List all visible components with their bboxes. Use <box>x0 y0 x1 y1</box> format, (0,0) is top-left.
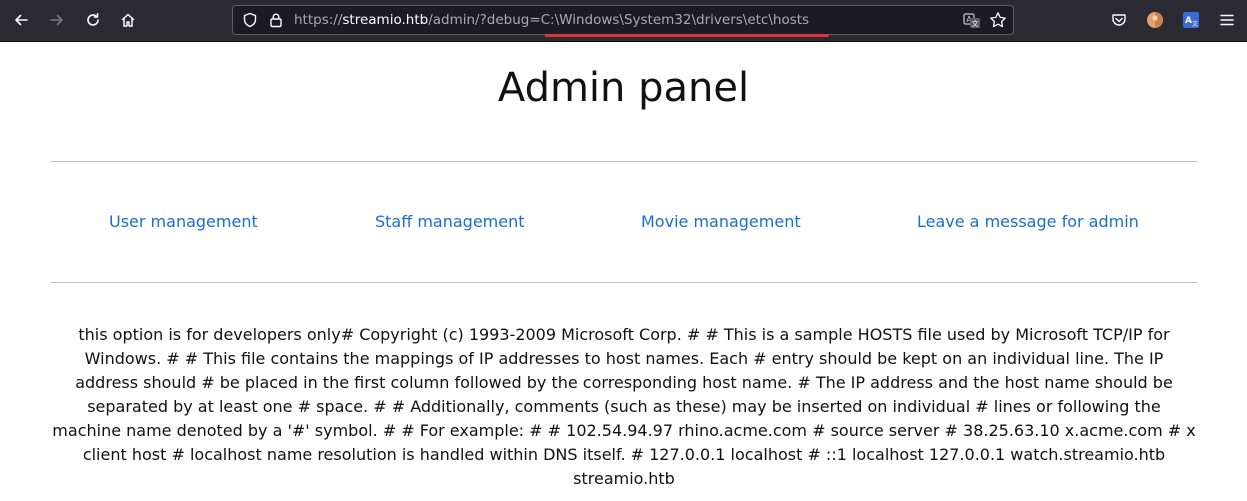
shield-icon[interactable] <box>242 12 258 32</box>
menu-icon[interactable] <box>1215 8 1239 32</box>
movie-management-link[interactable]: Movie management <box>641 212 801 232</box>
reload-icon[interactable] <box>81 8 105 32</box>
svg-text:文: 文 <box>972 19 979 28</box>
divider-bottom <box>51 282 1197 283</box>
browser-toolbar: https://streamio.htb/admin/?debug=C:\Win… <box>0 0 1247 42</box>
url-bar[interactable]: https://streamio.htb/admin/?debug=C:\Win… <box>232 5 1014 37</box>
svg-text:A: A <box>1185 16 1192 26</box>
back-icon[interactable] <box>9 8 33 32</box>
url-scheme: https:// <box>294 12 343 28</box>
divider-top <box>51 161 1197 162</box>
url-highlight-underline <box>545 34 829 37</box>
debug-output-text: this option is for developers only# Copy… <box>52 325 1196 488</box>
url-path: /admin/?debug=C:\Windows\System32\driver… <box>428 12 810 28</box>
forward-icon[interactable] <box>45 8 69 32</box>
pocket-icon[interactable] <box>1107 8 1131 32</box>
translate-icon[interactable]: A文 <box>963 12 981 34</box>
url-host: streamio.htb <box>342 12 429 28</box>
svg-text:文: 文 <box>1192 20 1198 28</box>
extension-icon[interactable]: A文 <box>1179 8 1203 32</box>
staff-management-link[interactable]: Staff management <box>375 212 525 232</box>
user-management-link[interactable]: User management <box>109 212 258 232</box>
star-icon[interactable] <box>989 11 1007 33</box>
leave-message-link[interactable]: Leave a message for admin <box>917 212 1139 232</box>
home-icon[interactable] <box>116 8 140 32</box>
page-title: Admin panel <box>497 65 750 111</box>
url-text[interactable]: https://streamio.htb/admin/?debug=C:\Win… <box>294 12 809 29</box>
account-icon[interactable] <box>1143 8 1167 32</box>
lock-icon[interactable] <box>268 12 284 32</box>
